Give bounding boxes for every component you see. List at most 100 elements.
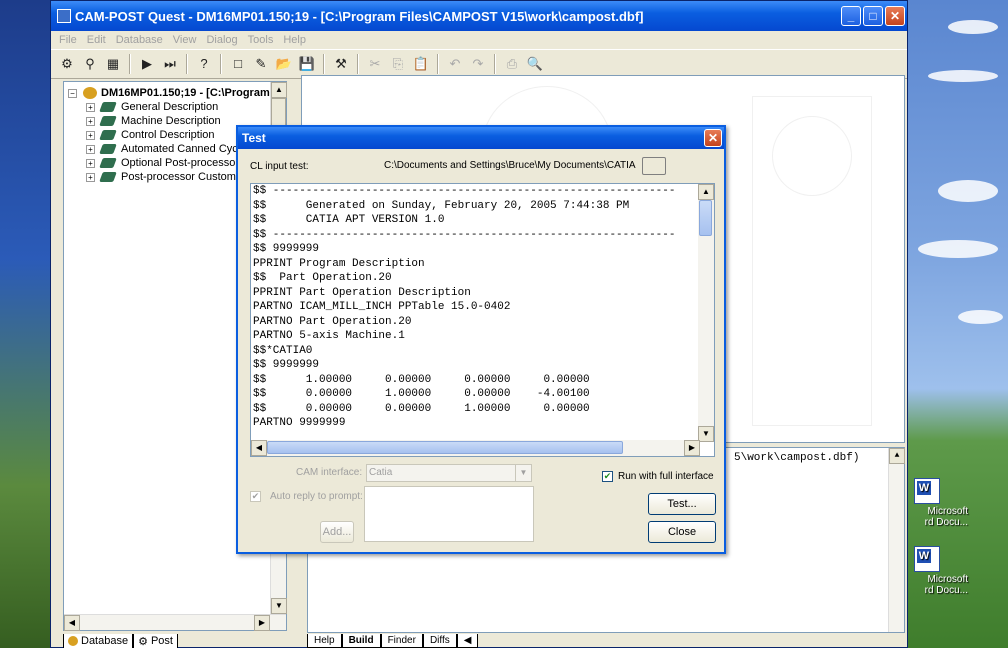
step-icon[interactable]: ⏭ (160, 54, 180, 74)
add-button[interactable]: Add... (320, 521, 354, 543)
dialog-title: Test (242, 131, 266, 145)
tree-item-label: Control Description (121, 129, 215, 141)
help-icon[interactable]: ? (194, 54, 214, 74)
desktop-left-strip (0, 0, 50, 648)
title-bar[interactable]: CAM-POST Quest - DM16MP01.150;19 - [C:\P… (51, 1, 907, 31)
undo-icon[interactable]: ↶ (445, 54, 465, 74)
cam-interface-value: Catia (369, 467, 393, 478)
tree-item-optional-post-processor[interactable]: + Optional Post-processor W (86, 156, 252, 170)
cam-interface-select[interactable]: Catia ▼ (366, 464, 532, 482)
book-icon (99, 102, 117, 112)
print-icon[interactable]: ⎙ (502, 54, 522, 74)
log-vertical-scrollbar[interactable]: ▲ (888, 448, 905, 632)
scroll-up-icon[interactable]: ▲ (271, 82, 287, 98)
tab-scroll-left-icon[interactable]: ◀ (456, 634, 479, 648)
tree-item-automated-canned-cycles[interactable]: + Automated Canned Cycles (86, 142, 252, 156)
tree-horizontal-scrollbar[interactable]: ◀ ▶ (64, 614, 286, 631)
menu-database[interactable]: Database (116, 34, 163, 46)
preview-icon[interactable]: 🔍 (525, 54, 545, 74)
cl-vertical-thumb[interactable] (699, 200, 712, 236)
compile-icon[interactable]: ⚒ (331, 54, 351, 74)
minimize-button[interactable]: _ (841, 6, 861, 26)
cl-line: $$ 0.00000 0.00000 1.00000 0.00000 (253, 402, 590, 415)
log-tabs: Help Build Finder Diffs ◀ (307, 634, 479, 648)
book-icon (99, 172, 117, 182)
cl-text-area[interactable]: $$ -------------------------------------… (250, 183, 715, 457)
scroll-left-icon[interactable]: ◀ (64, 615, 80, 631)
cl-vertical-scrollbar[interactable]: ▲ ▼ (698, 184, 714, 442)
cl-horizontal-scrollbar[interactable]: ◀ ▶ (251, 440, 700, 456)
book-icon (99, 130, 117, 140)
auto-reply-input[interactable] (364, 486, 534, 542)
maximize-button[interactable]: □ (863, 6, 883, 26)
redo-icon[interactable]: ↷ (468, 54, 488, 74)
tree-root[interactable]: − DM16MP01.150;19 - [C:\Program (68, 86, 270, 100)
browse-button[interactable] (642, 157, 666, 175)
dialog-title-bar[interactable]: Test (238, 127, 724, 149)
book-icon (99, 158, 117, 168)
cl-line: PPRINT Program Description (253, 257, 425, 270)
menu-edit[interactable]: Edit (87, 34, 106, 46)
chevron-down-icon: ▼ (515, 465, 531, 481)
tree-item-general-description[interactable]: + General Description (86, 100, 218, 114)
run-icon[interactable]: ▶ (137, 54, 157, 74)
tree-item-post-processor-customization[interactable]: + Post-processor Customizati (86, 170, 256, 184)
scroll-down-icon[interactable]: ▼ (271, 598, 287, 614)
cam-interface-label: CAM interface: (296, 467, 363, 478)
build-log-text: 5\work\campost.dbf) (734, 452, 860, 464)
app-icon (57, 9, 71, 23)
desktop-icon-word-1[interactable]: W Microsoft rd Docu... (908, 478, 968, 528)
menu-view[interactable]: View (173, 34, 197, 46)
test-button[interactable]: Test... (648, 493, 716, 515)
auto-reply-checkbox[interactable]: ✔ (250, 491, 261, 502)
cut-icon[interactable]: ✂ (365, 54, 385, 74)
tree-item-label: Optional Post-processor W (121, 157, 253, 169)
cl-line: PPRINT Part Operation Description (253, 286, 471, 299)
tree-item-label: Machine Description (121, 115, 221, 127)
scroll-right-icon[interactable]: ▶ (684, 440, 700, 456)
tab-help[interactable]: Help (307, 634, 342, 648)
tab-database[interactable]: Database (63, 634, 134, 648)
close-dialog-button[interactable]: Close (648, 521, 716, 543)
post-processor-icon (83, 87, 97, 99)
menu-file[interactable]: File (59, 34, 77, 46)
paste-icon[interactable]: 📋 (411, 54, 431, 74)
new-icon[interactable]: □ (228, 54, 248, 74)
menu-dialog[interactable]: Dialog (206, 34, 237, 46)
tree-item-label: General Description (121, 101, 219, 113)
calculator-icon[interactable]: ▦ (103, 54, 123, 74)
tab-diffs[interactable]: Diffs (422, 634, 457, 648)
window-title: CAM-POST Quest - DM16MP01.150;19 - [C:\P… (75, 8, 644, 24)
cl-line: PARTNO 5-axis Machine.1 (253, 330, 405, 342)
copy-icon[interactable]: ⎘ (388, 54, 408, 74)
tree-item-label: Automated Canned Cycles (121, 143, 252, 155)
cl-horizontal-thumb[interactable] (267, 441, 623, 454)
scroll-left-icon[interactable]: ◀ (251, 440, 267, 456)
tab-post[interactable]: ⚙ Post (133, 634, 178, 648)
find-icon[interactable]: ⚲ (80, 54, 100, 74)
run-full-interface-checkbox[interactable]: ✔ (602, 471, 613, 482)
scroll-down-icon[interactable]: ▼ (698, 426, 714, 442)
menu-tools[interactable]: Tools (248, 34, 274, 46)
dialog-close-button[interactable]: ✕ (704, 129, 722, 147)
tree-item-control-description[interactable]: + Control Description (86, 128, 215, 142)
menu-help[interactable]: Help (283, 34, 306, 46)
scroll-up-icon[interactable]: ▲ (698, 184, 714, 200)
tree-scroll-thumb[interactable] (271, 98, 286, 128)
desktop-icon-word-2[interactable]: W Microsoft rd Docu... (908, 546, 968, 596)
close-button[interactable]: ✕ (885, 6, 905, 26)
post-icon: ⚙ (138, 635, 148, 648)
cl-line: PARTNO 9999999 (253, 417, 346, 429)
tab-build[interactable]: Build (341, 634, 381, 648)
tab-finder[interactable]: Finder (380, 634, 423, 648)
properties-icon[interactable]: ⚙ (57, 54, 77, 74)
scroll-right-icon[interactable]: ▶ (254, 615, 270, 631)
edit-icon[interactable]: ✎ (251, 54, 271, 74)
cl-line: $$ CATIA APT VERSION 1.0 (253, 214, 445, 226)
tree-item-machine-description[interactable]: + Machine Description (86, 114, 221, 128)
open-icon[interactable]: 📂 (274, 54, 294, 74)
cl-line: $$ -------------------------------------… (253, 185, 676, 197)
save-icon[interactable]: 💾 (297, 54, 317, 74)
scroll-up-icon[interactable]: ▲ (889, 448, 905, 464)
cl-text-content: $$ -------------------------------------… (253, 184, 675, 431)
